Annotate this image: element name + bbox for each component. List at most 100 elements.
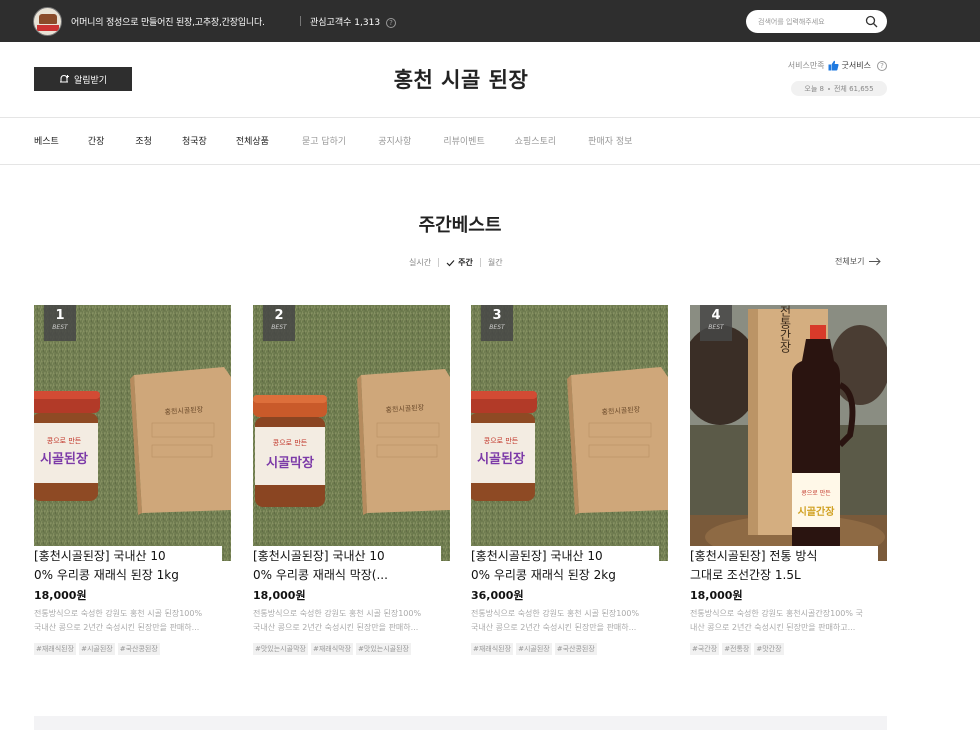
product-photo-jar-and-box: 홍천시골된장 콩으로 만든 시골된장: [471, 305, 668, 561]
product-name[interactable]: [홍천시골된장] 전통 방식 그대로 조선간장 1.5L: [690, 546, 878, 585]
product-price: 18,000원: [34, 589, 87, 602]
nav-item-all-products[interactable]: 전체상품: [236, 134, 269, 147]
view-all-label: 전체보기: [835, 257, 865, 266]
product-card[interactable]: 홍천시골된장 콩으로 만든 시골된장 1 BEST [홍천시골된장] 국내산 1…: [34, 305, 231, 655]
service-rating: 서비스만족 굿서비스 ?: [788, 60, 887, 71]
tab-divider: [438, 258, 440, 267]
product-photo-jar-and-box: 홍천시골된장 콩으로 만든 시골막장: [253, 305, 450, 561]
product-name-line2: 0% 우리콩 재래식 된장 1kg: [34, 568, 179, 582]
search-icon[interactable]: [865, 15, 878, 28]
nav-item-notice[interactable]: 공지사항: [378, 134, 411, 147]
kraft-box: 홍천시골된장: [357, 369, 450, 515]
product-name[interactable]: [홍천시골된장] 국내산 10 0% 우리콩 재래식 된장 1kg: [34, 546, 222, 585]
product-name-line1: [홍천시골된장] 국내산 10: [471, 549, 603, 563]
product-image[interactable]: 홍천시골된장 콩으로 만든 시골막장 2 BEST: [253, 305, 450, 561]
rank-number: 4: [711, 308, 721, 323]
svg-text:시골막장: 시골막장: [266, 455, 314, 471]
product-card[interactable]: 전통간장 콩으로 만든 시골간장 4 BEST [홍천시골된장] 전통 방식 그…: [690, 305, 887, 655]
svg-text:콩으로 만든: 콩으로 만든: [801, 489, 831, 497]
product-desc-line2: 내산 콩으로 2년간 숙성시킨 된장만을 판매하고...: [690, 623, 856, 632]
product-tag[interactable]: #재래식막장: [310, 643, 354, 655]
product-tags: #재래식된장 #시골된장 #국산콩된장: [34, 643, 160, 655]
product-description: 전통방식으로 숙성한 강원도 홍천시골간장100% 국 내산 콩으로 2년간 숙…: [690, 607, 887, 635]
svg-text:시골된장: 시골된장: [477, 451, 525, 467]
visits-dot: [827, 87, 830, 90]
logo-band-shape: [37, 25, 59, 31]
rank-best-label: BEST: [271, 324, 287, 331]
nav-divider: [0, 164, 980, 165]
product-tag[interactable]: #맛간장: [754, 643, 784, 655]
product-tags: #재래식된장 #시골된장 #국산콩된장: [471, 643, 597, 655]
product-tag[interactable]: #맛있는시골된장: [356, 643, 411, 655]
search-input[interactable]: [758, 15, 863, 28]
product-card[interactable]: 홍천시골된장 콩으로 만든 시골막장 2 BEST [홍천시골된장] 국내산 1…: [253, 305, 450, 655]
nav-item-best[interactable]: 베스트: [34, 134, 59, 147]
product-name-line2: 0% 우리콩 재래식 된장 2kg: [471, 568, 616, 582]
tab-monthly[interactable]: 월간: [488, 257, 503, 268]
product-name-line1: [홍천시골된장] 국내산 10: [253, 549, 385, 563]
service-help-icon[interactable]: ?: [877, 60, 887, 71]
product-tag[interactable]: #재래식된장: [471, 643, 514, 655]
product-name[interactable]: [홍천시골된장] 국내산 10 0% 우리콩 재래식 된장 2kg: [471, 546, 659, 585]
product-desc-line1: 전통방식으로 숙성한 강원도 홍천 시골 된장100%: [34, 609, 203, 618]
product-image[interactable]: 홍천시골된장 콩으로 만든 시골된장 3 BEST: [471, 305, 668, 561]
top-bar: 어머니의 정성으로 만들어진 된장,고추장,간장입니다. 관심고객수 1,313…: [0, 0, 980, 42]
nav-item-review-event[interactable]: 리뷰이벤트: [443, 134, 484, 147]
logo-jar-shape: [39, 14, 57, 24]
product-tag[interactable]: #재래식된장: [34, 643, 77, 655]
period-tabs: 실시간 주간 월간: [409, 257, 503, 268]
product-image[interactable]: 전통간장 콩으로 만든 시골간장 4 BEST: [690, 305, 887, 561]
doenjang-jar: 콩으로 만든 시골된장: [471, 391, 537, 501]
product-image[interactable]: 홍천시골된장 콩으로 만든 시골된장 1 BEST: [34, 305, 231, 561]
view-all-link[interactable]: 전체보기: [835, 256, 882, 267]
kraft-box: 홍천시골된장: [567, 367, 668, 515]
tab-realtime[interactable]: 실시간: [409, 257, 431, 268]
product-tag[interactable]: #국산콩된장: [554, 643, 597, 655]
nav-item-seller-info[interactable]: 판매자 정보: [588, 134, 632, 147]
product-desc-line1: 전통방식으로 숙성한 강원도 홍천 시골 된장100%: [471, 609, 640, 618]
help-icon[interactable]: ?: [385, 18, 396, 28]
service-value: 굿서비스: [841, 61, 871, 70]
makjang-jar: 콩으로 만든 시골막장: [253, 395, 327, 507]
store-slogan: 어머니의 정성으로 만들어진 된장,고추장,간장입니다.: [71, 18, 265, 28]
svg-text:시골된장: 시골된장: [40, 451, 88, 467]
store-logo[interactable]: [33, 7, 62, 36]
product-tag[interactable]: #시골된장: [516, 643, 552, 655]
product-tag[interactable]: #시골된장: [79, 643, 115, 655]
rank-badge: 2 BEST: [263, 305, 295, 341]
visits-today: 오늘 8: [804, 84, 824, 93]
product-tag[interactable]: #국산콩된장: [117, 643, 160, 655]
rank-number: 1: [55, 308, 65, 323]
product-desc-line2: 국내산 콩으로 2년간 숙성시킨 된장만을 판매하...: [34, 623, 200, 632]
product-description: 전통방식으로 숙성한 강원도 홍천 시골 된장100% 국내산 콩으로 2년간 …: [253, 607, 450, 635]
product-tags: #국간장 #전통장 #맛간장: [690, 643, 784, 655]
product-photo-soy-sauce: 전통간장 콩으로 만든 시골간장: [690, 305, 887, 561]
product-card[interactable]: 홍천시골된장 콩으로 만든 시골된장 3 BEST [홍천시골된장] 국내산 1…: [471, 305, 668, 655]
product-price: 18,000원: [253, 589, 306, 602]
rank-badge: 1 BEST: [44, 305, 76, 341]
product-photo-jar-and-box: 홍천시골된장 콩으로 만든 시골된장: [34, 305, 231, 561]
tab-weekly-label: 주간: [458, 258, 473, 267]
tab-weekly[interactable]: 주간: [446, 257, 473, 268]
product-name[interactable]: [홍천시골된장] 국내산 10 0% 우리콩 재래식 막장(...: [253, 546, 441, 585]
product-name-line2: 0% 우리콩 재래식 막장(...: [253, 568, 388, 582]
product-tag[interactable]: #국간장: [690, 643, 720, 655]
next-section-banner: [34, 716, 887, 730]
product-tag[interactable]: #전통장: [722, 643, 752, 655]
store-title[interactable]: 홍천 시골 된장: [0, 64, 922, 94]
rank-best-label: BEST: [708, 324, 724, 331]
nav-item-shopping-story[interactable]: 쇼핑스토리: [515, 134, 556, 147]
nav-item-qna[interactable]: 묻고 답하기: [302, 134, 346, 147]
nav-item-jocheong[interactable]: 조청: [135, 134, 152, 147]
product-tag[interactable]: #맛있는시골막장: [253, 643, 308, 655]
rank-badge: 4 BEST: [700, 305, 732, 341]
product-desc-line1: 전통방식으로 숙성한 강원도 홍천 시골 된장100%: [253, 609, 422, 618]
tab-divider: [479, 258, 481, 267]
check-icon: [446, 259, 455, 266]
product-name-line1: [홍천시골된장] 국내산 10: [34, 549, 166, 563]
svg-text:콩으로 만든: 콩으로 만든: [484, 436, 519, 445]
product-tags: #맛있는시골막장 #재래식막장 #맛있는시골된장: [253, 643, 411, 655]
category-nav: 베스트 간장 조청 청국장 전체상품 묻고 답하기 공지사항 리뷰이벤트 쇼핑스…: [34, 134, 632, 147]
nav-item-soy-sauce[interactable]: 간장: [88, 134, 105, 147]
nav-item-cheonggukjang[interactable]: 청국장: [182, 134, 207, 147]
